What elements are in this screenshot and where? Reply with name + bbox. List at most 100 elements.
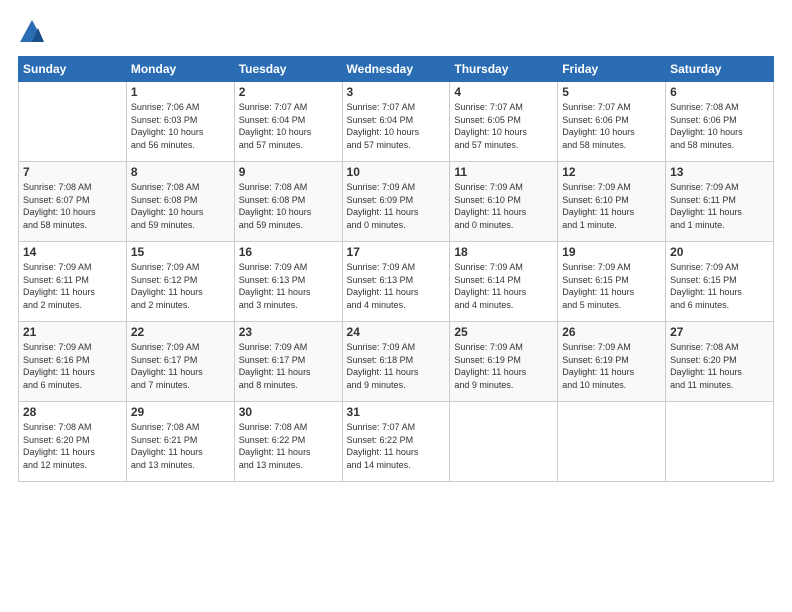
weekday-header-row: SundayMondayTuesdayWednesdayThursdayFrid… <box>19 57 774 82</box>
day-info: Sunrise: 7:07 AM Sunset: 6:04 PM Dayligh… <box>347 101 446 151</box>
day-number: 20 <box>670 245 769 259</box>
calendar-day-cell: 2 Sunrise: 7:07 AM Sunset: 6:04 PM Daylig… <box>234 82 342 162</box>
day-number: 23 <box>239 325 338 339</box>
calendar-day-cell: 27 Sunrise: 7:08 AM Sunset: 6:20 PM Dayli… <box>666 322 774 402</box>
weekday-header: Tuesday <box>234 57 342 82</box>
calendar-day-cell: 20Sunrise: 7:09 AM Sunset: 6:15 PM Dayli… <box>666 242 774 322</box>
day-number: 26 <box>562 325 661 339</box>
calendar-day-cell: 11 Sunrise: 7:09 AM Sunset: 6:10 PM Dayli… <box>450 162 558 242</box>
day-info: Sunrise: 7:07 AM Sunset: 6:04 PM Dayligh… <box>239 101 338 151</box>
day-info: Sunrise: 7:09 AM Sunset: 6:11 PM Dayligh… <box>23 261 122 311</box>
day-info: Sunrise: 7:09 AM Sunset: 6:10 PM Dayligh… <box>562 181 661 231</box>
day-info: Sunrise: 7:09 AM Sunset: 6:12 PM Dayligh… <box>131 261 230 311</box>
calendar-day-cell <box>558 402 666 482</box>
day-info: Sunrise: 7:08 AM Sunset: 6:06 PM Dayligh… <box>670 101 769 151</box>
day-number: 27 <box>670 325 769 339</box>
calendar-day-cell: 23 Sunrise: 7:09 AM Sunset: 6:17 PM Dayli… <box>234 322 342 402</box>
day-number: 25 <box>454 325 553 339</box>
day-number: 31 <box>347 405 446 419</box>
day-number: 19 <box>562 245 661 259</box>
day-number: 9 <box>239 165 338 179</box>
day-info: Sunrise: 7:09 AM Sunset: 6:13 PM Dayligh… <box>347 261 446 311</box>
day-number: 10 <box>347 165 446 179</box>
logo-icon <box>18 18 46 46</box>
day-number: 13 <box>670 165 769 179</box>
day-info: Sunrise: 7:09 AM Sunset: 6:17 PM Dayligh… <box>131 341 230 391</box>
calendar-day-cell: 24 Sunrise: 7:09 AM Sunset: 6:18 PM Dayli… <box>342 322 450 402</box>
calendar-day-cell: 17 Sunrise: 7:09 AM Sunset: 6:13 PM Dayli… <box>342 242 450 322</box>
day-number: 14 <box>23 245 122 259</box>
calendar-week-row: 14 Sunrise: 7:09 AM Sunset: 6:11 PM Dayli… <box>19 242 774 322</box>
calendar-day-cell: 3Sunrise: 7:07 AM Sunset: 6:04 PM Daylig… <box>342 82 450 162</box>
day-number: 22 <box>131 325 230 339</box>
day-info: Sunrise: 7:09 AM Sunset: 6:19 PM Dayligh… <box>562 341 661 391</box>
calendar-day-cell: 31Sunrise: 7:07 AM Sunset: 6:22 PM Dayli… <box>342 402 450 482</box>
day-number: 18 <box>454 245 553 259</box>
day-info: Sunrise: 7:09 AM Sunset: 6:18 PM Dayligh… <box>347 341 446 391</box>
day-info: Sunrise: 7:08 AM Sunset: 6:07 PM Dayligh… <box>23 181 122 231</box>
day-info: Sunrise: 7:09 AM Sunset: 6:14 PM Dayligh… <box>454 261 553 311</box>
day-number: 21 <box>23 325 122 339</box>
day-number: 1 <box>131 85 230 99</box>
calendar-week-row: 1Sunrise: 7:06 AM Sunset: 6:03 PM Daylig… <box>19 82 774 162</box>
weekday-header: Thursday <box>450 57 558 82</box>
day-number: 11 <box>454 165 553 179</box>
day-number: 28 <box>23 405 122 419</box>
day-number: 29 <box>131 405 230 419</box>
calendar-day-cell: 25Sunrise: 7:09 AM Sunset: 6:19 PM Dayli… <box>450 322 558 402</box>
calendar-day-cell: 4 Sunrise: 7:07 AM Sunset: 6:05 PM Daylig… <box>450 82 558 162</box>
day-info: Sunrise: 7:08 AM Sunset: 6:08 PM Dayligh… <box>131 181 230 231</box>
calendar-day-cell: 18 Sunrise: 7:09 AM Sunset: 6:14 PM Dayli… <box>450 242 558 322</box>
calendar-day-cell: 26 Sunrise: 7:09 AM Sunset: 6:19 PM Dayli… <box>558 322 666 402</box>
day-info: Sunrise: 7:07 AM Sunset: 6:06 PM Dayligh… <box>562 101 661 151</box>
calendar-day-cell: 14 Sunrise: 7:09 AM Sunset: 6:11 PM Dayli… <box>19 242 127 322</box>
calendar-day-cell: 21Sunrise: 7:09 AM Sunset: 6:16 PM Dayli… <box>19 322 127 402</box>
calendar-day-cell: 9 Sunrise: 7:08 AM Sunset: 6:08 PM Daylig… <box>234 162 342 242</box>
logo <box>18 18 48 46</box>
day-number: 2 <box>239 85 338 99</box>
weekday-header: Friday <box>558 57 666 82</box>
calendar-day-cell <box>450 402 558 482</box>
calendar-day-cell: 12Sunrise: 7:09 AM Sunset: 6:10 PM Dayli… <box>558 162 666 242</box>
calendar-day-cell: 8 Sunrise: 7:08 AM Sunset: 6:08 PM Daylig… <box>126 162 234 242</box>
calendar-day-cell: 29 Sunrise: 7:08 AM Sunset: 6:21 PM Dayli… <box>126 402 234 482</box>
day-number: 24 <box>347 325 446 339</box>
calendar-day-cell <box>19 82 127 162</box>
calendar-day-cell: 22 Sunrise: 7:09 AM Sunset: 6:17 PM Dayli… <box>126 322 234 402</box>
day-info: Sunrise: 7:09 AM Sunset: 6:10 PM Dayligh… <box>454 181 553 231</box>
calendar-day-cell: 10Sunrise: 7:09 AM Sunset: 6:09 PM Dayli… <box>342 162 450 242</box>
weekday-header: Saturday <box>666 57 774 82</box>
day-number: 7 <box>23 165 122 179</box>
day-info: Sunrise: 7:08 AM Sunset: 6:20 PM Dayligh… <box>670 341 769 391</box>
calendar-day-cell: 16 Sunrise: 7:09 AM Sunset: 6:13 PM Dayli… <box>234 242 342 322</box>
day-info: Sunrise: 7:07 AM Sunset: 6:05 PM Dayligh… <box>454 101 553 151</box>
calendar-day-cell: 30 Sunrise: 7:08 AM Sunset: 6:22 PM Dayli… <box>234 402 342 482</box>
day-number: 30 <box>239 405 338 419</box>
day-number: 8 <box>131 165 230 179</box>
calendar-week-row: 28 Sunrise: 7:08 AM Sunset: 6:20 PM Dayli… <box>19 402 774 482</box>
weekday-header: Sunday <box>19 57 127 82</box>
day-info: Sunrise: 7:09 AM Sunset: 6:13 PM Dayligh… <box>239 261 338 311</box>
day-number: 4 <box>454 85 553 99</box>
calendar-day-cell: 7 Sunrise: 7:08 AM Sunset: 6:07 PM Daylig… <box>19 162 127 242</box>
day-info: Sunrise: 7:09 AM Sunset: 6:17 PM Dayligh… <box>239 341 338 391</box>
page: SundayMondayTuesdayWednesdayThursdayFrid… <box>0 0 792 492</box>
calendar-day-cell: 5Sunrise: 7:07 AM Sunset: 6:06 PM Daylig… <box>558 82 666 162</box>
calendar-day-cell: 15 Sunrise: 7:09 AM Sunset: 6:12 PM Dayli… <box>126 242 234 322</box>
day-number: 16 <box>239 245 338 259</box>
day-info: Sunrise: 7:08 AM Sunset: 6:21 PM Dayligh… <box>131 421 230 471</box>
calendar-week-row: 21Sunrise: 7:09 AM Sunset: 6:16 PM Dayli… <box>19 322 774 402</box>
header <box>18 18 774 46</box>
calendar-day-cell: 6Sunrise: 7:08 AM Sunset: 6:06 PM Daylig… <box>666 82 774 162</box>
day-number: 17 <box>347 245 446 259</box>
day-number: 15 <box>131 245 230 259</box>
calendar-day-cell: 1Sunrise: 7:06 AM Sunset: 6:03 PM Daylig… <box>126 82 234 162</box>
day-info: Sunrise: 7:08 AM Sunset: 6:20 PM Dayligh… <box>23 421 122 471</box>
calendar-day-cell: 19 Sunrise: 7:09 AM Sunset: 6:15 PM Dayli… <box>558 242 666 322</box>
day-info: Sunrise: 7:09 AM Sunset: 6:11 PM Dayligh… <box>670 181 769 231</box>
day-info: Sunrise: 7:08 AM Sunset: 6:08 PM Dayligh… <box>239 181 338 231</box>
calendar-week-row: 7 Sunrise: 7:08 AM Sunset: 6:07 PM Daylig… <box>19 162 774 242</box>
day-info: Sunrise: 7:09 AM Sunset: 6:15 PM Dayligh… <box>562 261 661 311</box>
weekday-header: Wednesday <box>342 57 450 82</box>
day-info: Sunrise: 7:08 AM Sunset: 6:22 PM Dayligh… <box>239 421 338 471</box>
